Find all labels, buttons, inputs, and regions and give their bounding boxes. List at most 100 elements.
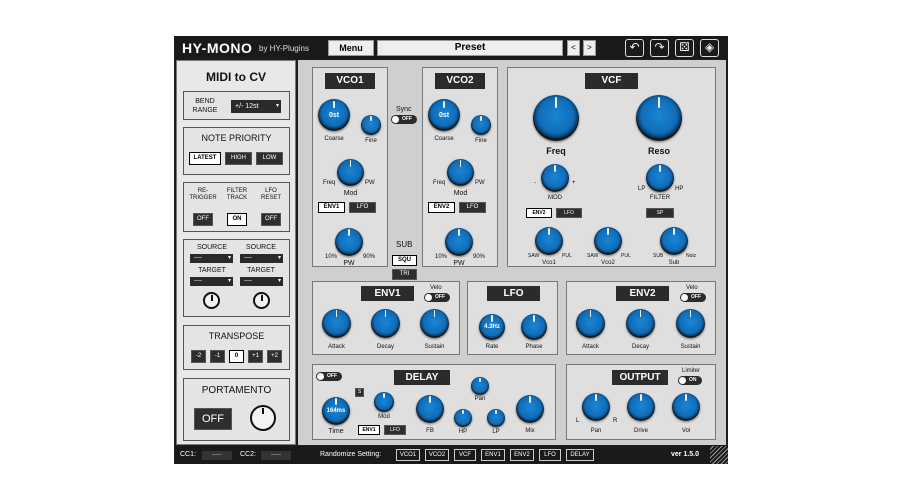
vcf-reso-knob[interactable]	[636, 95, 682, 141]
vco2-mod-knob[interactable]	[447, 159, 474, 186]
undo-icon[interactable]: ↶	[625, 39, 644, 57]
env2-velo-toggle[interactable]: OFF	[680, 293, 706, 302]
preset-next-button[interactable]: >	[583, 40, 596, 56]
delay-lfo-button[interactable]: LFO	[384, 425, 406, 435]
randomize-vcf-button[interactable]: VCF	[454, 449, 476, 461]
output-drive-knob[interactable]	[627, 393, 655, 421]
delay-hp-label: HP	[458, 429, 468, 435]
vcf-mod-knob[interactable]	[541, 164, 569, 192]
lfo-rate-knob[interactable]: 4.3Hz	[479, 314, 505, 340]
delay-toggle[interactable]: OFF	[316, 372, 342, 381]
lfo-panel: LFO 4.3Hz Rate Phase	[467, 281, 558, 355]
limiter-toggle[interactable]: ON	[678, 376, 702, 385]
vcf-lfo-button[interactable]: LFO	[556, 208, 582, 218]
sub-tri-button[interactable]: TRI	[392, 269, 417, 280]
preset-prev-button[interactable]: <	[567, 40, 580, 56]
vcf-vco2-level-knob[interactable]	[594, 227, 622, 255]
settings-icon[interactable]: ◈	[700, 39, 719, 57]
vco1-fine-label: Fine	[365, 138, 377, 144]
note-priority-title: NOTE PRIORITY	[201, 133, 272, 143]
source2-dropdown[interactable]: ----	[240, 254, 283, 263]
output-pan-knob[interactable]	[582, 393, 610, 421]
delay-lp-knob[interactable]	[487, 409, 505, 427]
randomize-env1-button[interactable]: ENV1	[481, 449, 505, 461]
mod-amount1-knob[interactable]	[203, 292, 220, 309]
lfo-reset-label: LFO RESET	[260, 188, 281, 201]
randomize-delay-button[interactable]: DELAY	[566, 449, 594, 461]
mod-amount2-knob[interactable]	[253, 292, 270, 309]
cc1-dropdown[interactable]: -----	[202, 451, 232, 460]
target2-dropdown[interactable]: ----	[240, 277, 283, 286]
preset-selector[interactable]: Preset	[377, 40, 563, 56]
vco1-lfo-button[interactable]: LFO	[349, 202, 376, 213]
delay-hp-knob[interactable]	[454, 409, 472, 427]
randomize-vco2-button[interactable]: VCO2	[425, 449, 449, 461]
vcf-vco1-level-knob[interactable]	[535, 227, 563, 255]
portamento-time-knob[interactable]	[250, 405, 276, 431]
lfo-reset-toggle[interactable]: OFF	[261, 213, 281, 226]
resize-handle[interactable]	[710, 446, 728, 464]
delay-pan-knob[interactable]	[471, 377, 489, 395]
sync-toggle[interactable]: OFF	[391, 115, 417, 124]
filter-track-toggle[interactable]: ON	[227, 213, 247, 226]
transpose-minus2-button[interactable]: -2	[191, 350, 206, 363]
transpose-plus2-button[interactable]: +2	[267, 350, 282, 363]
vco1-fine-knob[interactable]	[361, 115, 381, 135]
vcf-freq-label: Freq	[546, 146, 566, 156]
delay-mix-knob[interactable]	[516, 395, 544, 423]
env1-attack-knob[interactable]	[322, 309, 351, 338]
bend-range-dropdown[interactable]: +/- 12st	[231, 100, 281, 113]
env2-sustain-knob[interactable]	[676, 309, 705, 338]
priority-latest-button[interactable]: LATEST	[189, 152, 221, 165]
vco2-coarse-knob[interactable]: 0st	[428, 99, 460, 131]
delay-fb-knob[interactable]	[416, 395, 444, 423]
vcf-freq-knob[interactable]	[533, 95, 579, 141]
vco2-env2-button[interactable]: ENV2	[428, 202, 455, 213]
sub-squ-button[interactable]: SQU	[392, 255, 417, 266]
env1-decay-knob[interactable]	[371, 309, 400, 338]
vco1-coarse-knob[interactable]: 0st	[318, 99, 350, 131]
env2-attack-knob[interactable]	[576, 309, 605, 338]
delay-env1-button[interactable]: ENV1	[358, 425, 380, 435]
vcf-slope-button[interactable]: SP	[646, 208, 674, 218]
transpose-0-button[interactable]: 0	[229, 350, 244, 363]
vco2-panel: VCO2 0st Coarse Fine Freq PW Mod ENV2 LF…	[422, 67, 498, 267]
env1-velo-toggle[interactable]: OFF	[424, 293, 450, 302]
vco1-env1-button[interactable]: ENV1	[318, 202, 345, 213]
randomize-dice-icon[interactable]: ⚄	[675, 39, 694, 57]
vco2-lfo-button[interactable]: LFO	[459, 202, 486, 213]
cc2-dropdown[interactable]: -----	[261, 451, 291, 460]
vcf-filter-knob[interactable]	[646, 164, 674, 192]
randomize-env2-button[interactable]: ENV2	[510, 449, 534, 461]
env2-attack-label: Attack	[582, 344, 599, 350]
randomize-vco1-button[interactable]: VCO1	[396, 449, 420, 461]
delay-sync-button[interactable]: S	[355, 388, 364, 397]
vcf-mod-max-label: +	[572, 180, 576, 186]
vco2-pw-knob[interactable]	[445, 228, 473, 256]
transpose-plus1-button[interactable]: +1	[248, 350, 263, 363]
env1-sustain-knob[interactable]	[420, 309, 449, 338]
output-vol-knob[interactable]	[672, 393, 700, 421]
menu-button[interactable]: Menu	[328, 40, 374, 56]
vco2-fine-knob[interactable]	[471, 115, 491, 135]
vco1-pw-knob[interactable]	[335, 228, 363, 256]
priority-low-button[interactable]: LOW	[256, 152, 283, 165]
vcf-env2-button[interactable]: ENV2	[526, 208, 552, 218]
target1-dropdown[interactable]: ----	[190, 277, 233, 286]
vco1-mod-knob[interactable]	[337, 159, 364, 186]
redo-icon[interactable]: ↷	[650, 39, 669, 57]
delay-time-knob[interactable]: 164ms	[322, 397, 350, 425]
vcf-reso-label: Reso	[647, 146, 670, 156]
retrigger-toggle[interactable]: OFF	[193, 213, 213, 226]
delay-mod-knob[interactable]	[374, 392, 394, 412]
vcf-vco2-saw-label: SAW	[587, 253, 599, 259]
randomize-lfo-button[interactable]: LFO	[539, 449, 561, 461]
priority-high-button[interactable]: HIGH	[225, 152, 252, 165]
portamento-toggle[interactable]: OFF	[194, 408, 232, 430]
source2-label: SOURCE	[246, 244, 276, 251]
source1-dropdown[interactable]: ----	[190, 254, 233, 263]
transpose-minus1-button[interactable]: -1	[210, 350, 225, 363]
env2-decay-knob[interactable]	[626, 309, 655, 338]
vcf-sub-level-knob[interactable]	[660, 227, 688, 255]
lfo-phase-knob[interactable]	[521, 314, 547, 340]
